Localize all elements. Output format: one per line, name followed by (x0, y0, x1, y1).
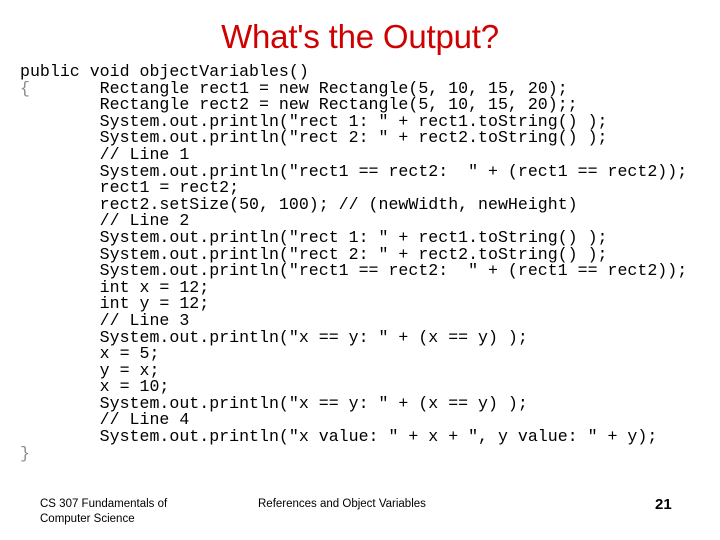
code-line: System.out.println("x value: " + x + ", … (20, 427, 658, 447)
footer-page-number: 21 (655, 496, 672, 513)
page-title: What's the Output? (221, 18, 499, 55)
footer-course-line-1: CS 307 Fundamentals of (40, 498, 168, 510)
code-block: public void objectVariables() { Rectangl… (20, 63, 720, 463)
footer-topic: References and Object Variables (258, 498, 426, 510)
code-line: // Line 3 (20, 310, 190, 330)
slide-canvas: What's the Output? public void objectVar… (0, 0, 720, 540)
code-line: } (20, 443, 720, 463)
footer-course-line-2: Computer Science (40, 513, 135, 525)
code-brace: } (20, 443, 30, 463)
footer-course-info: CS 307 Fundamentals of Computer Science (40, 497, 250, 527)
